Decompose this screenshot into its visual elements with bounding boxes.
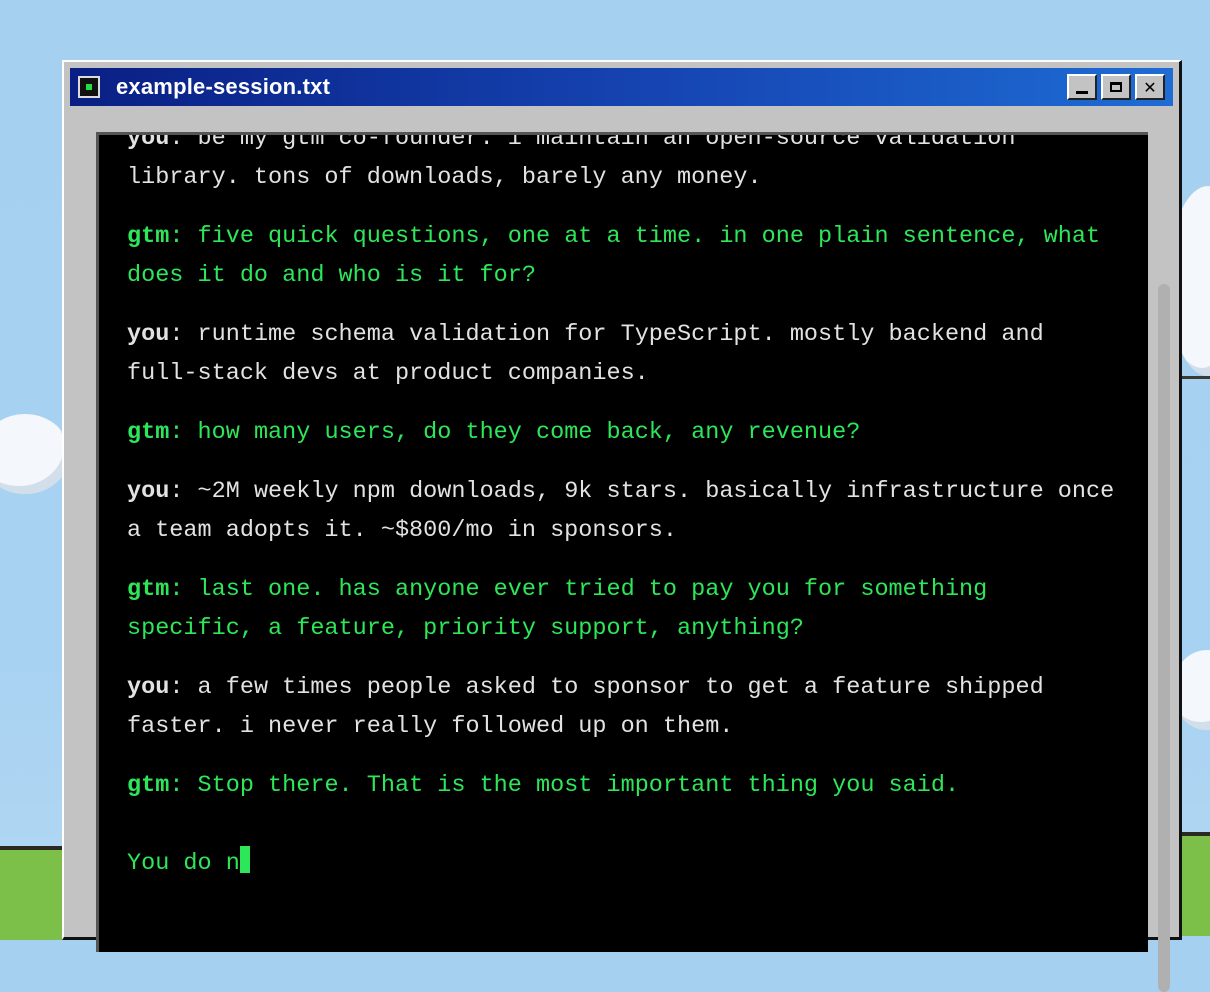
terminal-view[interactable]: you: be my gtm co-founder. i maintain an…: [96, 132, 1148, 952]
message-text: be my gtm co-founder. i maintain an open…: [127, 132, 1016, 191]
minimize-button[interactable]: [1067, 74, 1097, 100]
speaker-label: you: [127, 674, 170, 701]
message-text: how many users, do they come back, any r…: [197, 419, 861, 446]
message-gtm: gtm: last one. has anyone ever tried to …: [127, 576, 988, 642]
message-text: five quick questions, one at a time. in …: [127, 223, 1101, 289]
message-you: you: be my gtm co-founder. i maintain an…: [127, 132, 1117, 197]
close-icon: ✕: [1143, 77, 1157, 97]
message-gtm: gtm: how many users, do they come back, …: [127, 419, 861, 446]
window-controls: ✕: [1067, 74, 1165, 100]
chat-transcript: you: be my gtm co-founder. i maintain an…: [127, 132, 1117, 883]
message-text: a few times people asked to sponsor to g…: [127, 674, 1044, 740]
message-gtm: gtm: Stop there. That is the most import…: [127, 772, 960, 799]
message-gtm: gtm: five quick questions, one at a time…: [127, 223, 1101, 289]
message-you: you: a few times people asked to sponsor…: [127, 674, 1044, 740]
cloud-left: [0, 414, 70, 494]
speaker-label: gtm: [127, 223, 170, 250]
close-button[interactable]: ✕: [1135, 74, 1165, 100]
message-text: runtime schema validation for TypeScript…: [127, 321, 1044, 387]
maximize-button[interactable]: [1101, 74, 1131, 100]
speaker-label: gtm: [127, 576, 170, 603]
session-window: example-session.txt ✕ you: be my gtm co-…: [62, 60, 1182, 992]
terminal-icon: [78, 76, 100, 98]
speaker-label: you: [127, 478, 170, 505]
speaker-label: gtm: [127, 772, 170, 799]
maximize-icon: [1110, 82, 1122, 92]
message-text: ~2M weekly npm downloads, 9k stars. basi…: [127, 478, 1115, 544]
scrollbar-thumb[interactable]: [1158, 284, 1170, 992]
minimize-icon: [1076, 90, 1088, 94]
speaker-label: gtm: [127, 419, 170, 446]
window-title: example-session.txt: [116, 74, 331, 99]
message-text: Stop there. That is the most important t…: [197, 772, 960, 799]
message-text: last one. has anyone ever tried to pay y…: [127, 576, 988, 642]
typing-line: You do n: [127, 844, 1117, 883]
message-you: you: ~2M weekly npm downloads, 9k stars.…: [127, 478, 1115, 544]
text-cursor: [239, 846, 250, 873]
speaker-label: you: [127, 132, 170, 152]
title-bar[interactable]: example-session.txt ✕: [70, 68, 1173, 106]
speaker-label: you: [127, 321, 170, 348]
message-you: you: runtime schema validation for TypeS…: [127, 321, 1044, 387]
typing-text: You do n: [127, 850, 240, 877]
